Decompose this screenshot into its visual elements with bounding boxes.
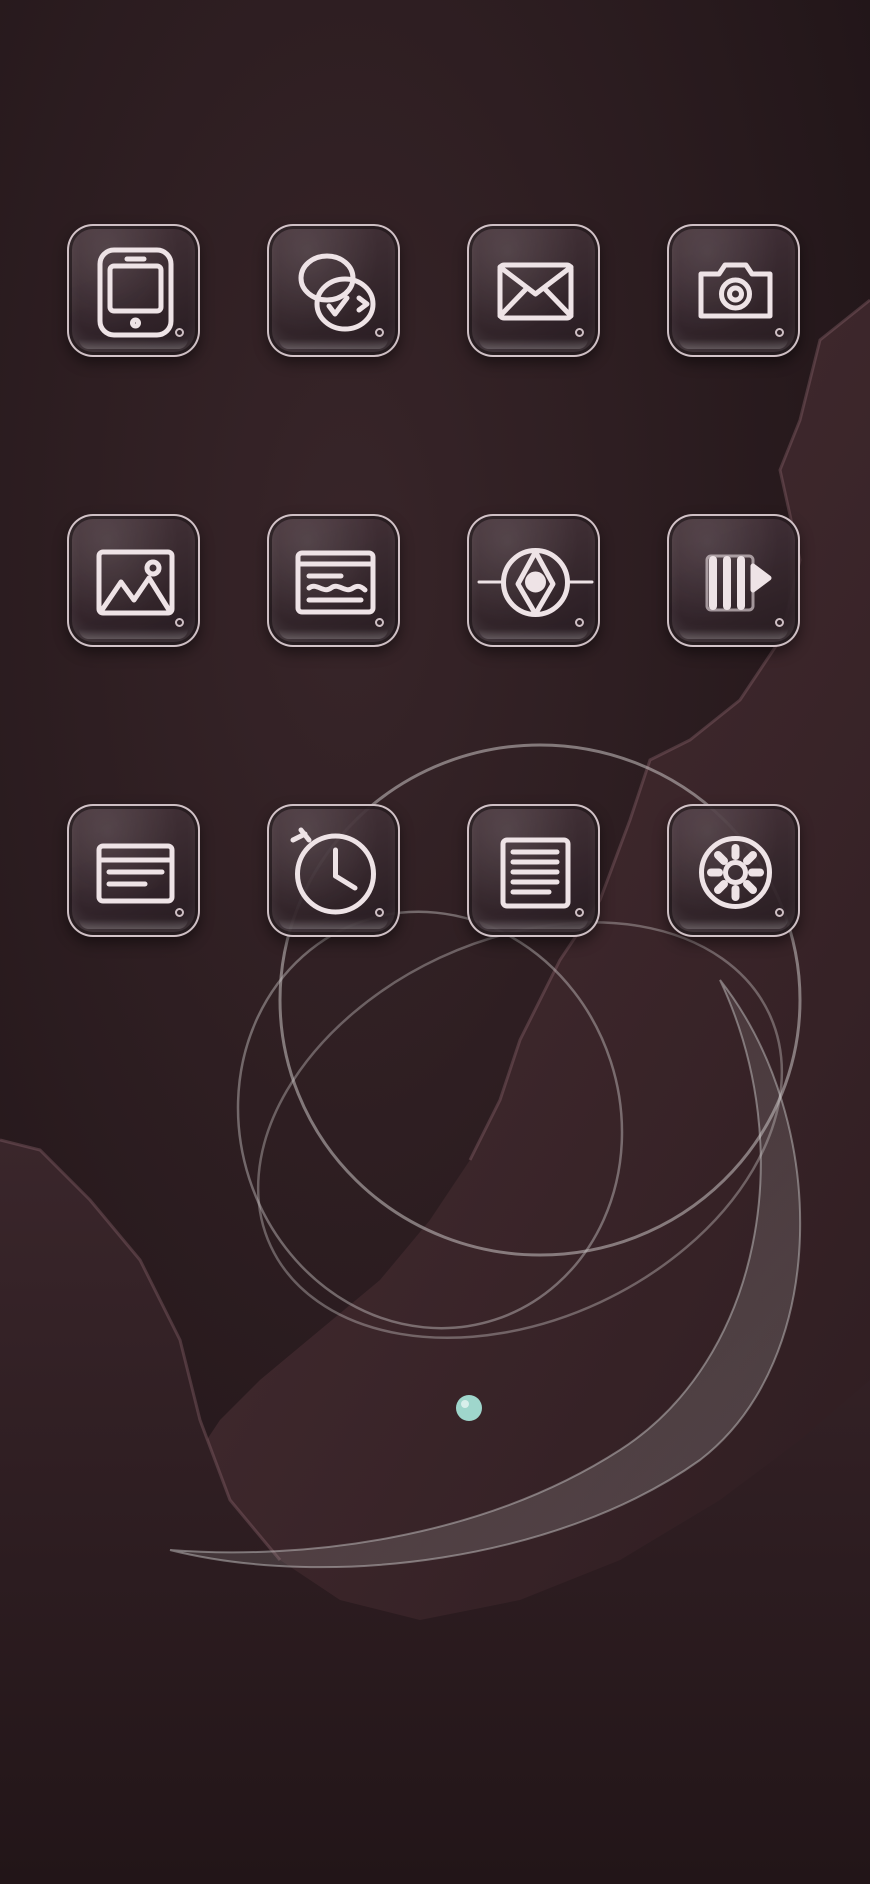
app-photos[interactable] <box>67 514 200 647</box>
indicator-dot <box>575 618 584 627</box>
music-icon <box>669 516 802 649</box>
clock-icon <box>269 806 402 939</box>
browser-icon <box>269 226 402 359</box>
camera-icon <box>669 226 802 359</box>
indicator-dot <box>175 908 184 917</box>
compass-icon <box>469 516 602 649</box>
indicator-dot <box>575 328 584 337</box>
mail-icon <box>469 226 602 359</box>
notes-icon <box>469 806 602 939</box>
app-grid <box>67 224 802 937</box>
calendar-icon <box>69 806 202 939</box>
app-clock[interactable] <box>267 804 400 937</box>
app-mail[interactable] <box>467 224 600 357</box>
indicator-dot <box>775 618 784 627</box>
indicator-dot <box>375 618 384 627</box>
indicator-dot <box>375 908 384 917</box>
app-music[interactable] <box>667 514 800 647</box>
photos-icon <box>69 516 202 649</box>
app-compass[interactable] <box>467 514 600 647</box>
app-settings[interactable] <box>667 804 800 937</box>
app-calendar[interactable] <box>67 804 200 937</box>
indicator-dot <box>375 328 384 337</box>
settings-icon <box>669 806 802 939</box>
wallet-icon <box>269 516 402 649</box>
app-wallet[interactable] <box>267 514 400 647</box>
phone-icon <box>69 226 202 359</box>
app-phone[interactable] <box>67 224 200 357</box>
app-browser[interactable] <box>267 224 400 357</box>
indicator-dot <box>175 618 184 627</box>
indicator-dot <box>775 908 784 917</box>
indicator-dot <box>775 328 784 337</box>
indicator-dot <box>175 328 184 337</box>
app-notes[interactable] <box>467 804 600 937</box>
app-camera[interactable] <box>667 224 800 357</box>
indicator-dot <box>575 908 584 917</box>
